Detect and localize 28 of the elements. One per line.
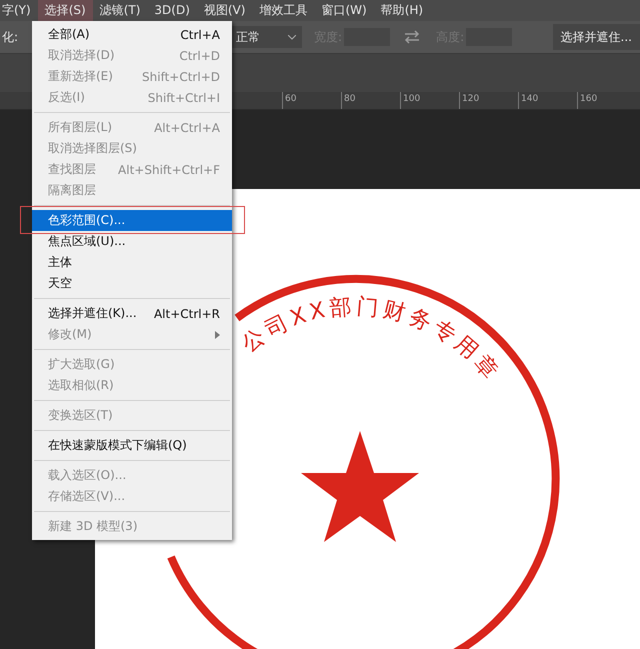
menu-bar-item[interactable]: 视图(V) — [196, 0, 252, 22]
menu-item[interactable]: 全部(A) Ctrl+A — [32, 24, 232, 45]
menu-bar-item[interactable]: 滤镜(T) — [92, 0, 148, 22]
swap-icon[interactable] — [404, 30, 420, 44]
menu-bar-item[interactable]: 窗口(W) — [314, 0, 374, 22]
menu-bar-item[interactable]: 3D(D) — [147, 1, 197, 20]
menu-item[interactable]: 天空 — [32, 273, 232, 294]
ruler-label: 160 — [577, 92, 636, 109]
ruler-label: 140 — [518, 92, 577, 109]
refine-edge-button[interactable]: 选择并遮住... — [552, 24, 640, 50]
star-icon — [301, 431, 419, 542]
style-dropdown[interactable]: 正常 — [230, 26, 302, 48]
menu-bar-item[interactable]: 帮助(H) — [374, 0, 430, 22]
stamp-text: 公司XX部门财务专用章 — [238, 294, 505, 387]
ruler-label: 120 — [459, 92, 518, 109]
caret-icon — [288, 34, 296, 40]
menu-bar-item[interactable]: 字(Y) — [0, 0, 38, 22]
ruler-label: 60 — [282, 92, 341, 109]
menu-item[interactable]: 在快速蒙版模式下编辑(Q) — [32, 435, 232, 456]
ruler-label: 100 — [400, 92, 459, 109]
menu-item[interactable]: 色彩范围(C)... — [32, 210, 232, 231]
menu-item[interactable]: 选择并遮住(K)... Alt+Ctrl+R — [32, 303, 232, 324]
menu-bar-item[interactable]: 增效工具 — [252, 0, 314, 22]
feather-label: 化: — [1, 28, 18, 46]
ruler-label: 80 — [341, 92, 400, 109]
menu-bar-item[interactable]: 选择(S) — [38, 0, 93, 22]
menu-item[interactable]: 主体 — [32, 252, 232, 273]
menu-item[interactable]: 焦点区域(U)... — [32, 231, 232, 252]
